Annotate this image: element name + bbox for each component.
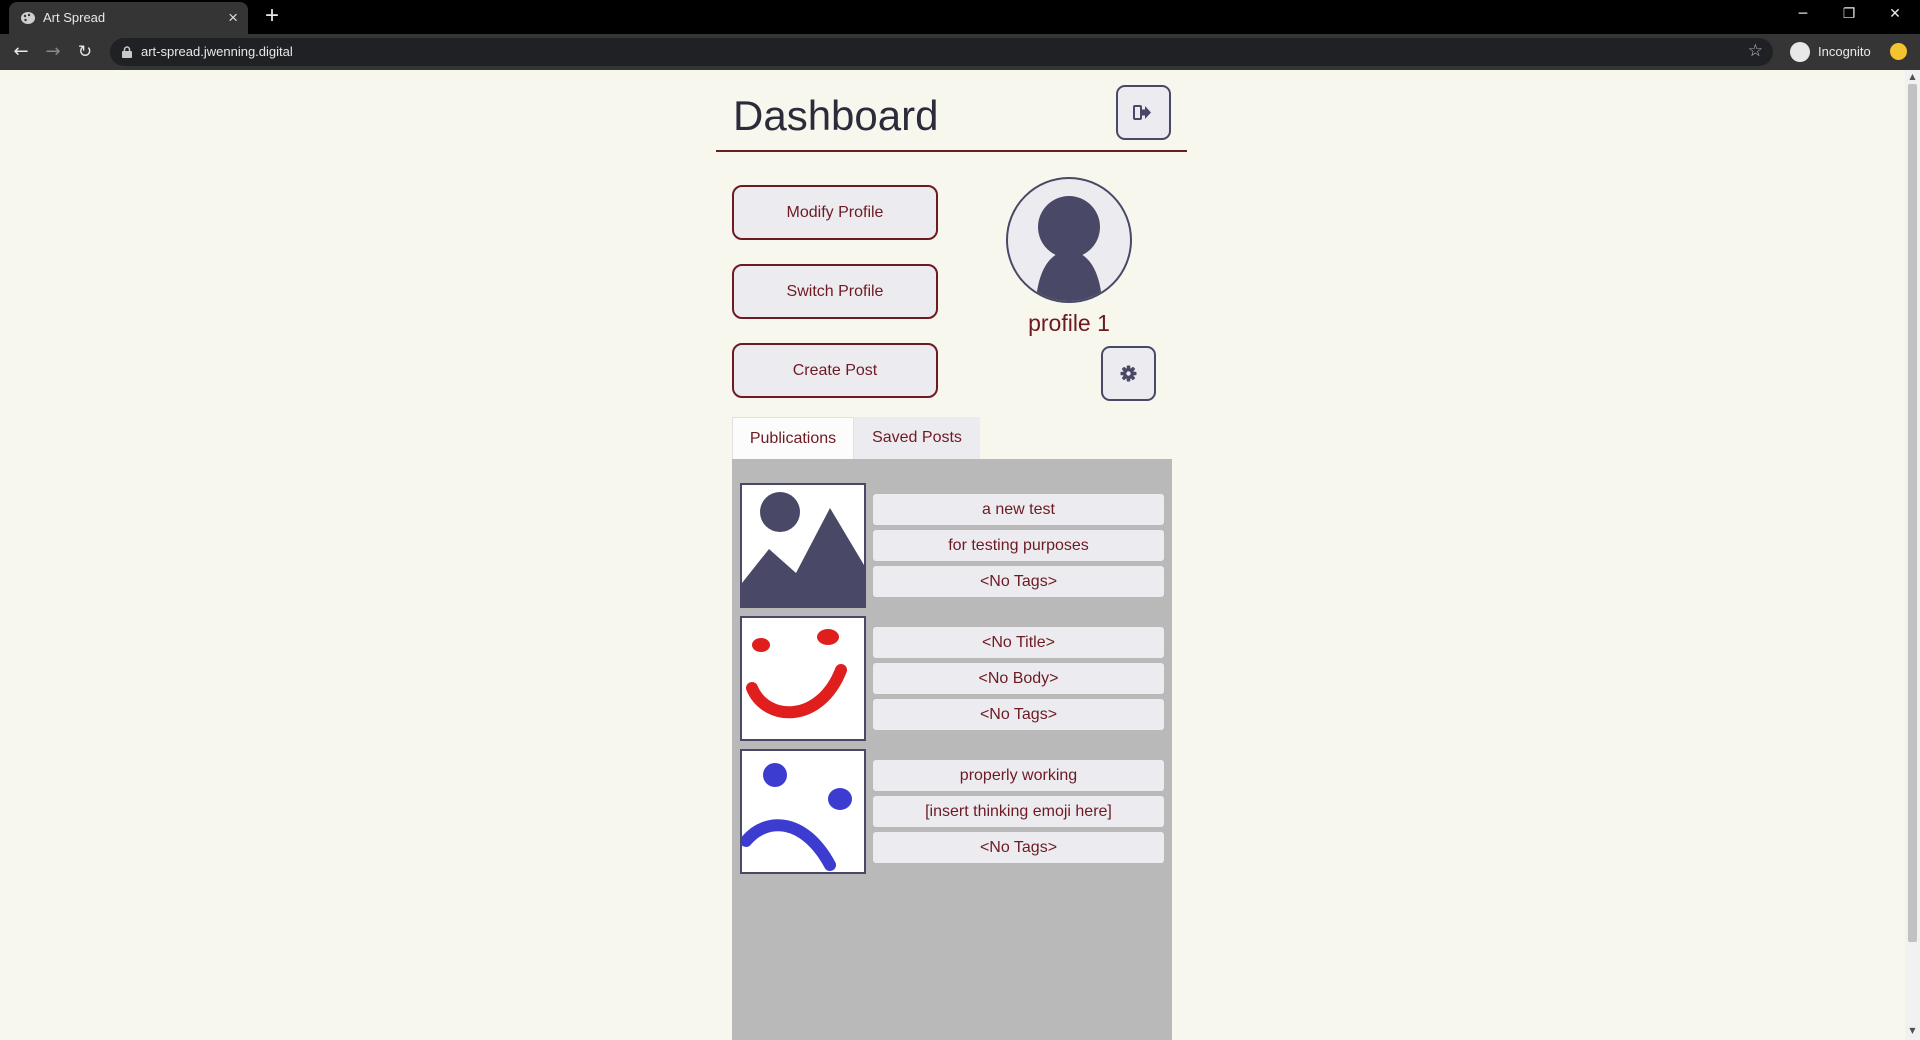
back-arrow-icon[interactable]: ←: [8, 39, 34, 65]
modify-profile-button[interactable]: Modify Profile: [732, 185, 938, 240]
browser-tab-strip: Art Spread × + ─ ❐ ✕: [0, 0, 1920, 34]
gear-icon: [1120, 365, 1137, 382]
post-body-field: [insert thinking emoji here]: [873, 796, 1164, 827]
new-tab-button[interactable]: +: [258, 2, 286, 30]
post-tags-field: <No Tags>: [873, 832, 1164, 863]
incognito-icon: [1790, 42, 1810, 62]
scroll-up-icon[interactable]: ▲: [1908, 72, 1917, 81]
reload-icon[interactable]: ↻: [72, 39, 98, 65]
post-item[interactable]: properly working [insert thinking emoji …: [740, 749, 1164, 874]
address-bar[interactable]: art-spread.jwenning.digital ☆: [110, 38, 1773, 66]
url-text: art-spread.jwenning.digital: [141, 44, 293, 59]
settings-button[interactable]: [1101, 346, 1156, 401]
post-body-field: for testing purposes: [873, 530, 1164, 561]
bookmark-star-icon[interactable]: ☆: [1748, 41, 1763, 61]
red-smiley-drawing: [746, 629, 847, 719]
scrollbar-thumb[interactable]: [1908, 84, 1917, 942]
post-item[interactable]: a new test for testing purposes <No Tags…: [740, 483, 1164, 608]
page-title: Dashboard: [733, 92, 939, 139]
post-title-field: <No Title>: [873, 627, 1164, 658]
tab-saved-posts[interactable]: Saved Posts: [854, 417, 980, 459]
sign-out-icon: [1133, 105, 1151, 120]
post-thumbnail[interactable]: [740, 616, 866, 741]
palette-icon: [21, 12, 35, 24]
browser-toolbar: ← → ↻ art-spread.jwenning.digital ☆ Inco…: [0, 34, 1920, 70]
incognito-label: Incognito: [1818, 44, 1871, 59]
post-body-field: <No Body>: [873, 663, 1164, 694]
forward-arrow-icon[interactable]: →: [40, 39, 66, 65]
close-tab-icon[interactable]: ×: [228, 8, 238, 28]
user-silhouette-icon: [1036, 196, 1102, 301]
image-placeholder-icon: [742, 492, 864, 606]
posts-panel: a new test for testing purposes <No Tags…: [732, 459, 1172, 1040]
profile-name: profile 1: [1028, 310, 1110, 336]
page-viewport: Dashboard Modify Profile Switch Profile …: [0, 70, 1905, 1040]
post-thumbnail[interactable]: [740, 749, 866, 874]
post-thumbnail[interactable]: [740, 483, 866, 608]
avatar: [1006, 177, 1132, 303]
minimize-icon[interactable]: ─: [1780, 0, 1826, 30]
post-title-field: a new test: [873, 494, 1164, 525]
title-divider: [716, 150, 1187, 152]
post-title-field: properly working: [873, 760, 1164, 791]
logout-button[interactable]: [1116, 85, 1171, 140]
switch-profile-button[interactable]: Switch Profile: [732, 264, 938, 319]
browser-tab-title: Art Spread: [43, 10, 106, 25]
tab-publications[interactable]: Publications: [732, 417, 854, 459]
extension-icon[interactable]: [1890, 43, 1907, 60]
page-scrollbar[interactable]: ▲ ▼: [1905, 70, 1920, 1040]
restore-icon[interactable]: ❐: [1826, 0, 1872, 30]
post-tags-field: <No Tags>: [873, 699, 1164, 730]
lock-icon: [122, 46, 132, 58]
post-tags-field: <No Tags>: [873, 566, 1164, 597]
close-window-icon[interactable]: ✕: [1872, 0, 1918, 30]
scroll-down-icon[interactable]: ▼: [1908, 1026, 1917, 1035]
blue-frown-drawing: [742, 763, 852, 871]
create-post-button[interactable]: Create Post: [732, 343, 938, 398]
post-item[interactable]: <No Title> <No Body> <No Tags>: [740, 616, 1164, 741]
browser-tab[interactable]: Art Spread ×: [9, 2, 248, 34]
